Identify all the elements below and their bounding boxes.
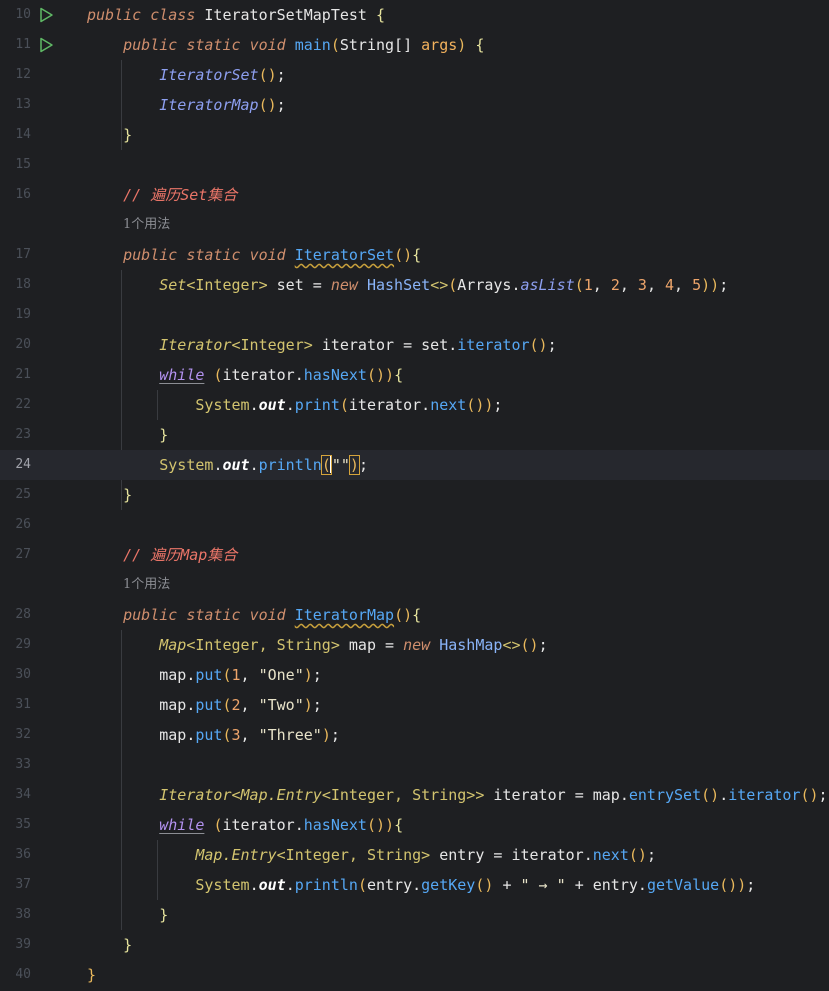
line-number[interactable]: 12 <box>0 60 31 90</box>
code-line[interactable]: 14 } <box>0 120 829 150</box>
inlay-hint-row: 1个用法 <box>0 570 829 600</box>
line-number[interactable]: 23 <box>0 420 31 450</box>
code-text[interactable]: } <box>87 930 132 960</box>
code-text[interactable]: Iterator<Map.Entry<Integer, String>> ite… <box>87 780 827 810</box>
usage-hint[interactable]: 1个用法 <box>123 570 170 600</box>
line-number[interactable]: 40 <box>0 960 31 990</box>
code-line[interactable]: 29 Map<Integer, String> map = new HashMa… <box>0 630 829 660</box>
line-number[interactable]: 28 <box>0 600 31 630</box>
line-number[interactable]: 19 <box>0 300 31 330</box>
code-text[interactable]: Map<Integer, String> map = new HashMap<>… <box>87 630 547 660</box>
code-line[interactable]: 32 map.put(3, "Three"); <box>0 720 829 750</box>
code-line[interactable]: 31 map.put(2, "Two"); <box>0 690 829 720</box>
code-line[interactable]: 38 } <box>0 900 829 930</box>
line-number[interactable]: 33 <box>0 750 31 780</box>
code-line[interactable]: 12 IteratorSet(); <box>0 60 829 90</box>
code-line[interactable]: 20 Iterator<Integer> iterator = set.iter… <box>0 330 829 360</box>
code-line[interactable]: 21 while (iterator.hasNext()){ <box>0 360 829 390</box>
code-text[interactable]: while (iterator.hasNext()){ <box>87 810 403 840</box>
line-number[interactable]: 18 <box>0 270 31 300</box>
line-number[interactable]: 27 <box>0 540 31 570</box>
code-line[interactable]: 30 map.put(1, "One"); <box>0 660 829 690</box>
code-line[interactable]: 27 // 遍历Map集合 <box>0 540 829 570</box>
line-number[interactable]: 24 <box>0 450 31 480</box>
run-triangle-icon[interactable] <box>38 37 54 53</box>
inlay-hint-row: 1个用法 <box>0 210 829 240</box>
code-text[interactable]: } <box>87 120 132 150</box>
comment: // 遍历Map集合 <box>123 546 238 564</box>
line-number[interactable]: 34 <box>0 780 31 810</box>
line-number[interactable]: 22 <box>0 390 31 420</box>
code-line[interactable]: 18 Set<Integer> set = new HashSet<>(Arra… <box>0 270 829 300</box>
code-line[interactable]: 34 Iterator<Map.Entry<Integer, String>> … <box>0 780 829 810</box>
code-text[interactable]: public static void IteratorMap(){ <box>87 600 421 630</box>
line-number[interactable]: 38 <box>0 900 31 930</box>
code-text[interactable]: } <box>87 900 168 930</box>
code-line[interactable]: 39 } <box>0 930 829 960</box>
code-text[interactable]: public static void IteratorSet(){ <box>87 240 421 270</box>
code-text[interactable]: // 遍历Set集合 <box>87 180 237 210</box>
line-number[interactable]: 35 <box>0 810 31 840</box>
code-line[interactable]: 40 } <box>0 960 829 990</box>
code-text[interactable]: map.put(3, "Three"); <box>87 720 340 750</box>
line-number[interactable]: 26 <box>0 510 31 540</box>
code-line[interactable]: 10 public class IteratorSetMapTest { <box>0 0 829 30</box>
code-line[interactable]: 33 <box>0 750 829 780</box>
code-line[interactable]: 17 public static void IteratorSet(){ <box>0 240 829 270</box>
code-text[interactable]: Map.Entry<Integer, String> entry = itera… <box>87 840 656 870</box>
code-line[interactable]: 28 public static void IteratorMap(){ <box>0 600 829 630</box>
code-text[interactable]: } <box>87 480 132 510</box>
line-number[interactable]: 11 <box>0 30 31 60</box>
code-text[interactable]: public static void main(String[] args) { <box>87 30 484 60</box>
code-text[interactable]: Iterator<Integer> iterator = set.iterato… <box>87 330 556 360</box>
code-text[interactable]: System.out.print(iterator.next()); <box>87 390 502 420</box>
code-text[interactable]: System.out.println(entry.getKey() + " → … <box>87 870 755 900</box>
line-number[interactable]: 32 <box>0 720 31 750</box>
code-text[interactable]: } <box>87 420 168 450</box>
run-triangle-icon[interactable] <box>38 7 54 23</box>
line-number[interactable]: 14 <box>0 120 31 150</box>
line-number[interactable]: 13 <box>0 90 31 120</box>
code-line[interactable]: 11 public static void main(String[] args… <box>0 30 829 60</box>
code-line[interactable]: 16 // 遍历Set集合 <box>0 180 829 210</box>
line-number[interactable]: 10 <box>0 0 31 30</box>
code-text[interactable]: public class IteratorSetMapTest { <box>87 0 385 30</box>
line-number[interactable]: 20 <box>0 330 31 360</box>
line-number[interactable]: 31 <box>0 690 31 720</box>
line-number[interactable]: 15 <box>0 150 31 180</box>
code-text[interactable]: while (iterator.hasNext()){ <box>87 360 403 390</box>
code-line[interactable]: 23 } <box>0 420 829 450</box>
code-text[interactable]: map.put(1, "One"); <box>87 660 322 690</box>
code-text[interactable]: Set<Integer> set = new HashSet<>(Arrays.… <box>87 270 728 300</box>
line-number[interactable]: 37 <box>0 870 31 900</box>
code-text[interactable]: IteratorMap(); <box>87 90 285 120</box>
code-line[interactable]: 25 } <box>0 480 829 510</box>
line-number[interactable]: 21 <box>0 360 31 390</box>
line-number[interactable]: 29 <box>0 630 31 660</box>
line-number[interactable]: 39 <box>0 930 31 960</box>
line-number[interactable]: 36 <box>0 840 31 870</box>
line-number[interactable]: 16 <box>0 180 31 210</box>
code-line[interactable]: 13 IteratorMap(); <box>0 90 829 120</box>
code-line[interactable]: 22 System.out.print(iterator.next()); <box>0 390 829 420</box>
line-number[interactable]: 25 <box>0 480 31 510</box>
code-line[interactable]: 37 System.out.println(entry.getKey() + "… <box>0 870 829 900</box>
code-text[interactable]: IteratorSet(); <box>87 60 285 90</box>
line-number[interactable]: 17 <box>0 240 31 270</box>
code-line-current[interactable]: 24 System.out.println(""); <box>0 450 829 480</box>
line-number[interactable]: 30 <box>0 660 31 690</box>
code-editor[interactable]: 10 public class IteratorSetMapTest { 11 … <box>0 0 829 991</box>
code-line[interactable]: 36 Map.Entry<Integer, String> entry = it… <box>0 840 829 870</box>
code-text[interactable]: map.put(2, "Two"); <box>87 690 322 720</box>
code-text[interactable]: System.out.println(""); <box>87 450 368 480</box>
code-text[interactable]: // 遍历Map集合 <box>87 540 237 570</box>
usage-hint[interactable]: 1个用法 <box>123 210 170 240</box>
code-line[interactable]: 35 while (iterator.hasNext()){ <box>0 810 829 840</box>
comment: // 遍历Set集合 <box>123 186 238 204</box>
code-line[interactable]: 19 <box>0 300 829 330</box>
code-line[interactable]: 26 <box>0 510 829 540</box>
code-line[interactable]: 15 <box>0 150 829 180</box>
code-text[interactable]: } <box>87 960 96 990</box>
